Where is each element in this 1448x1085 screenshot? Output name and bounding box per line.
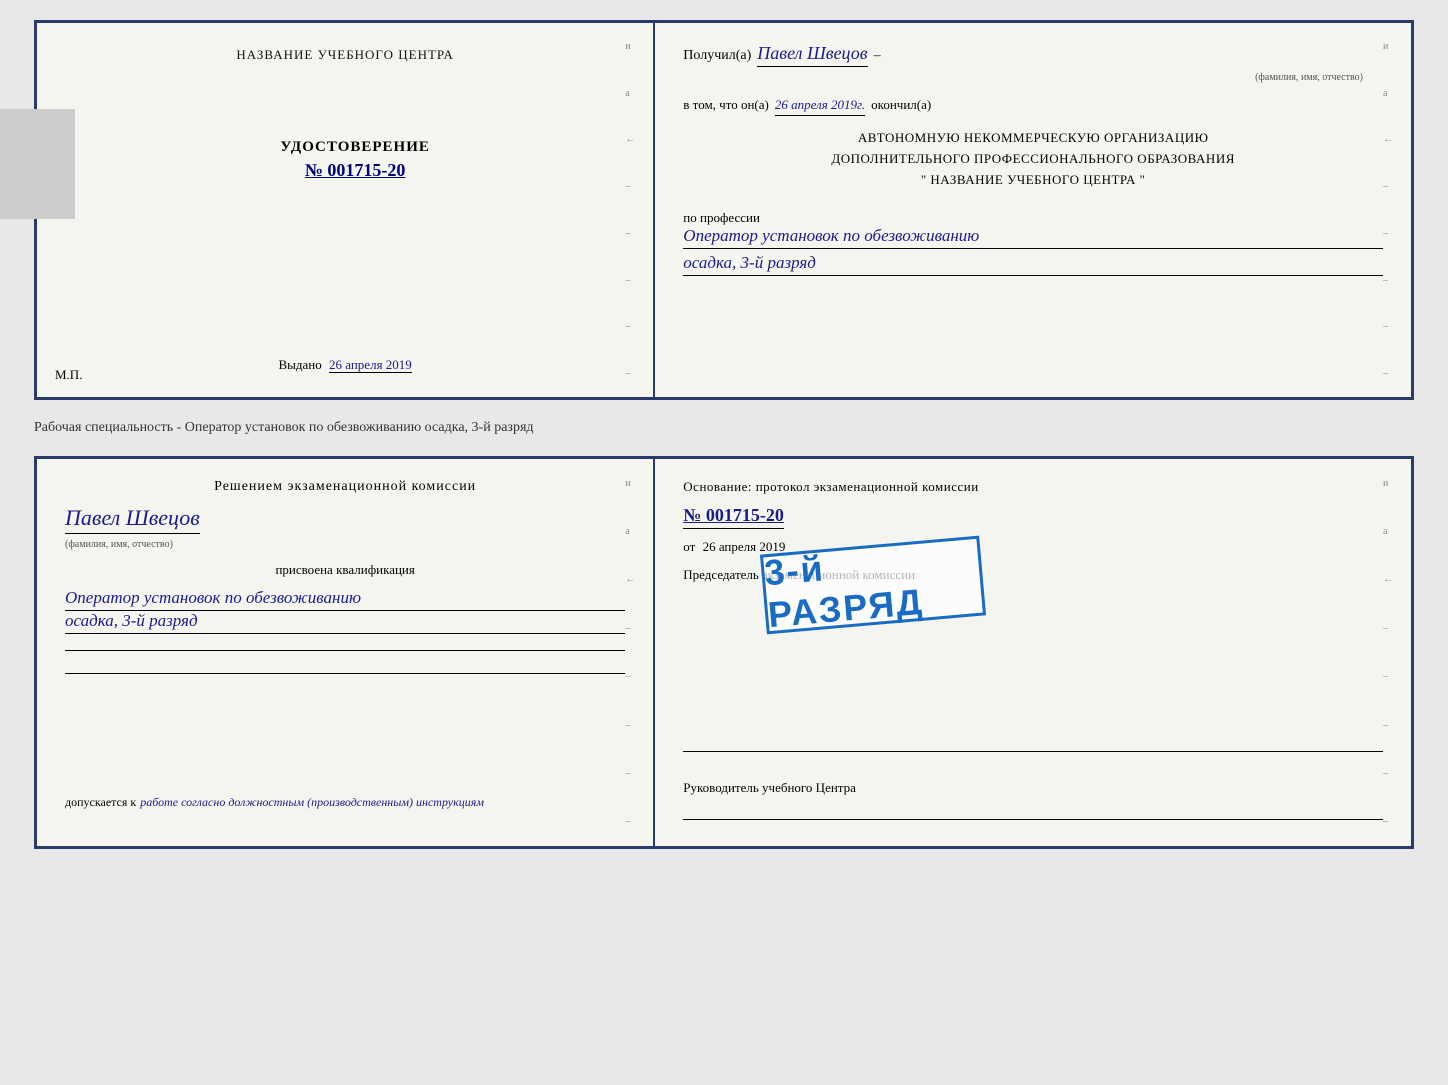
between-docs-text: Рабочая специальность - Оператор установ… xyxy=(34,416,1414,440)
issued-date: 26 апреля 2019 xyxy=(329,357,412,373)
rank-value-top: осадка, 3-й разряд xyxy=(683,253,1383,276)
director-signature-line xyxy=(683,819,1383,820)
issued-line: Выдано 26 апреля 2019 xyxy=(279,357,412,373)
from-prefix: от xyxy=(683,539,695,554)
basis-title: Основание: протокол экзаменационной коми… xyxy=(683,479,1383,495)
org-line3: " НАЗВАНИЕ УЧЕБНОГО ЦЕНТРА " xyxy=(683,170,1383,191)
side-marks-bottom-right: и а ← – – – – – xyxy=(1383,459,1403,846)
bottom-doc-left: Решением экзаменационной комиссии Павел … xyxy=(37,459,655,846)
cert-number: № 001715-20 xyxy=(305,160,406,181)
completed-suffix: окончил(а) xyxy=(871,97,931,113)
institution-title-top: НАЗВАНИЕ УЧЕБНОГО ЦЕНТРА xyxy=(236,47,453,63)
org-line2: ДОПОЛНИТЕЛЬНОГО ПРОФЕССИОНАЛЬНОГО ОБРАЗО… xyxy=(683,149,1383,170)
cert-type: УДОСТОВЕРЕНИЕ xyxy=(280,139,430,156)
decision-title: Решением экзаменационной комиссии xyxy=(65,479,625,495)
qualification-value-bottom: Оператор установок по обезвоживанию xyxy=(65,588,625,611)
rank-bottom: осадка, 3-й разряд xyxy=(65,611,625,634)
bottom-doc-right: Основание: протокол экзаменационной коми… xyxy=(655,459,1411,846)
chairman-signature-line xyxy=(683,751,1383,752)
issued-label: Выдано xyxy=(279,357,322,372)
allowed-italic: работе согласно должностным (производств… xyxy=(140,795,484,810)
protocol-number: № 001715-20 xyxy=(683,505,784,529)
profession-label: по профессии xyxy=(683,210,1383,226)
org-line1: АВТОНОМНУЮ НЕКОММЕРЧЕСКУЮ ОРГАНИЗАЦИЮ xyxy=(683,128,1383,149)
allowed-label: допускается к работе согласно должностны… xyxy=(65,795,625,810)
mp-label: М.П. xyxy=(55,367,82,383)
side-marks-top: и а ← – – – – – xyxy=(625,23,645,397)
bottom-document: Решением экзаменационной комиссии Павел … xyxy=(34,456,1414,849)
completed-date: 26 апреля 2019г. xyxy=(775,97,865,116)
allowed-prefix: допускается к xyxy=(65,795,136,810)
person-block: Павел Швецов (фамилия, имя, отчество) xyxy=(65,505,625,552)
blank-line-1 xyxy=(65,650,625,651)
profession-value: Оператор установок по обезвоживанию xyxy=(683,226,1383,249)
received-name: Павел Швецов xyxy=(757,43,867,67)
person-name-bottom: Павел Швецов xyxy=(65,505,200,534)
completed-line: в том, что он(а) 26 апреля 2019г. окончи… xyxy=(683,97,1383,116)
org-text: АВТОНОМНУЮ НЕКОММЕРЧЕСКУЮ ОРГАНИЗАЦИЮ ДО… xyxy=(683,128,1383,190)
side-marks-top-right: и а ← – – – – – xyxy=(1383,23,1403,397)
received-label: Получил(а) xyxy=(683,48,751,64)
blank-line-2 xyxy=(65,673,625,674)
stamp-text: 3-й РАЗРЯД xyxy=(763,533,984,635)
top-doc-right: Получил(а) Павел Швецов – (фамилия, имя,… xyxy=(655,23,1411,397)
top-doc-left: НАЗВАНИЕ УЧЕБНОГО ЦЕНТРА УДОСТОВЕРЕНИЕ №… xyxy=(37,23,655,397)
qualification-label: присвоена квалификация xyxy=(65,562,625,578)
director-label: Руководитель учебного Центра xyxy=(683,778,1383,798)
photo-placeholder xyxy=(0,109,75,219)
top-document: НАЗВАНИЕ УЧЕБНОГО ЦЕНТРА УДОСТОВЕРЕНИЕ №… xyxy=(34,20,1414,400)
completed-prefix: в том, что он(а) xyxy=(683,97,769,113)
between-text: Рабочая специальность - Оператор установ… xyxy=(34,420,534,435)
fio-label-top: (фамилия, имя, отчество) xyxy=(1255,72,1363,83)
fio-label-bottom: (фамилия, имя, отчество) xyxy=(65,539,173,550)
stamp-box: 3-й РАЗРЯД xyxy=(760,535,986,634)
received-block: Получил(а) Павел Швецов – (фамилия, имя,… xyxy=(683,43,1383,85)
side-marks-bottom-left: и а ← – – – – – xyxy=(625,459,645,846)
